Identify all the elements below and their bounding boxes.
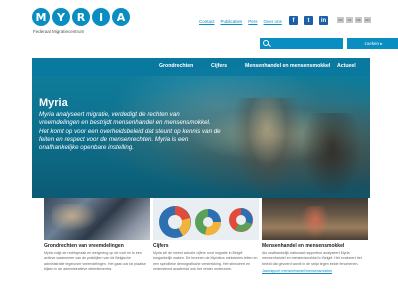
lang-en[interactable]: EN — [364, 17, 371, 23]
card-image[interactable] — [262, 198, 368, 240]
hero-banner: Grondrechten Cijfers Mensenhandel en men… — [32, 58, 370, 198]
logo-letter: A — [112, 8, 130, 26]
hero-photo-person — [232, 98, 302, 198]
linkedin-icon[interactable]: in — [319, 16, 328, 25]
hero-text: Myria analyseert migratie, verdedigt de … — [39, 111, 221, 152]
search-icon — [263, 40, 269, 46]
toplink-contact[interactable]: Contact — [199, 19, 215, 24]
header: M Y R I A Federaal Migratiecentrum Conta… — [32, 8, 398, 58]
card-title[interactable]: Grondrechten van vreemdelingen — [44, 243, 150, 249]
search-input[interactable] — [260, 38, 343, 49]
hero-photo-person — [302, 113, 362, 198]
toplink-pers[interactable]: Pers — [248, 19, 257, 24]
top-links: Contact Publicaties Pers Over ons — [199, 19, 282, 24]
toplink-over-ons[interactable]: Over ons — [264, 19, 282, 24]
hero-title: Myria — [39, 97, 68, 109]
search-button[interactable]: zoeken ▸ — [347, 38, 398, 49]
card-grondrechten[interactable]: Grondrechten van vreemdelingen Myria vol… — [44, 198, 150, 272]
card-mensenhandel[interactable]: Mensenhandel en mensensmokkel Als onafha… — [262, 198, 368, 273]
facebook-icon[interactable]: f — [289, 16, 298, 25]
language-switcher: FR NL DE EN — [337, 17, 371, 23]
nav-item-mensenhandel[interactable]: Mensenhandel en mensensmokkel — [245, 63, 330, 69]
logo-letter: M — [32, 8, 50, 26]
twitter-icon[interactable]: t — [304, 16, 313, 25]
logo-letter: Y — [52, 8, 70, 26]
logo-letter: I — [92, 8, 110, 26]
lang-de[interactable]: DE — [355, 17, 362, 23]
lang-nl[interactable]: NL — [346, 17, 353, 23]
card-text: Als onafhankelijk nationaal rapporteur a… — [262, 251, 362, 266]
card-image[interactable] — [153, 198, 259, 240]
card-link[interactable]: Jaarrapport mensenhandel/mensensmokkel — [262, 269, 368, 273]
lang-fr[interactable]: FR — [337, 17, 344, 23]
card-text: Myria volgt de rechtspraak en wetgeving … — [44, 251, 146, 271]
logo-letter: R — [72, 8, 90, 26]
card-text: Myria wil de meest actuele cijfers rond … — [153, 251, 258, 271]
myria-logo[interactable]: M Y R I A — [32, 8, 130, 26]
social-links: f t in — [289, 16, 328, 25]
toplink-publicaties[interactable]: Publicaties — [221, 19, 243, 24]
nav-item-actueel[interactable]: Actueel — [337, 63, 356, 69]
nav-item-grondrechten[interactable]: Grondrechten — [159, 63, 193, 69]
feature-cards: Grondrechten van vreemdelingen Myria vol… — [32, 198, 370, 292]
main-nav: Grondrechten Cijfers Mensenhandel en men… — [32, 58, 370, 76]
card-title[interactable]: Cijfers — [153, 243, 259, 249]
pie-charts-graphic — [153, 198, 259, 240]
card-image[interactable] — [44, 198, 150, 240]
card-title[interactable]: Mensenhandel en mensensmokkel — [262, 243, 368, 249]
nav-item-cijfers[interactable]: Cijfers — [211, 63, 227, 69]
page: M Y R I A Federaal Migratiecentrum Conta… — [0, 0, 398, 292]
card-cijfers[interactable]: Cijfers Myria wil de meest actuele cijfe… — [153, 198, 259, 272]
logo-subtitle: Federaal Migratiecentrum — [33, 29, 85, 34]
